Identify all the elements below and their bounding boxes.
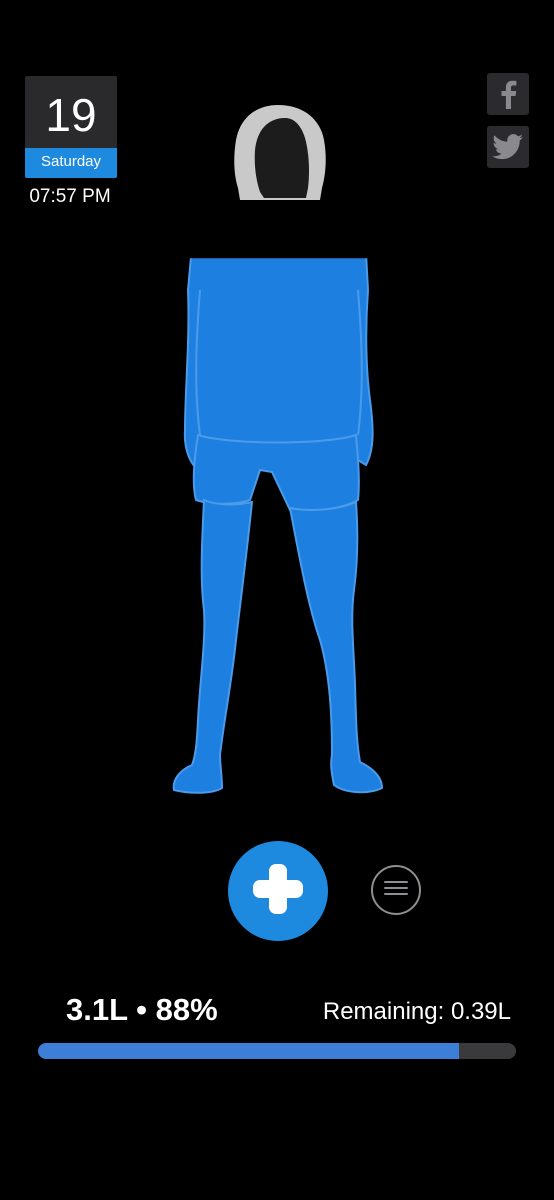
facebook-icon <box>498 79 518 109</box>
figure-body <box>172 258 384 794</box>
intake-amount: 3.1L <box>66 992 128 1027</box>
facebook-share-button[interactable] <box>487 73 529 115</box>
twitter-icon <box>492 134 524 160</box>
menu-button[interactable] <box>371 865 421 915</box>
progress-fill <box>38 1043 459 1059</box>
intake-separator: • <box>136 992 147 1027</box>
figure-head <box>234 105 326 200</box>
remaining-label: Remaining: 0.39L <box>322 998 511 1025</box>
plus-icon <box>250 861 306 922</box>
calendar-weekday: Saturday <box>25 148 117 178</box>
calendar-widget: 19 Saturday <box>25 76 117 178</box>
progress-bar <box>38 1043 516 1059</box>
intake-percent: 88% <box>155 992 218 1027</box>
twitter-share-button[interactable] <box>487 126 529 168</box>
body-silhouette <box>160 100 400 805</box>
current-time: 07:57 PM <box>29 186 111 207</box>
calendar-day: 19 <box>45 89 97 141</box>
intake-summary: 3.1L • 88% <box>66 990 218 1030</box>
menu-lines-icon <box>384 880 408 901</box>
add-drink-button[interactable] <box>228 841 328 941</box>
